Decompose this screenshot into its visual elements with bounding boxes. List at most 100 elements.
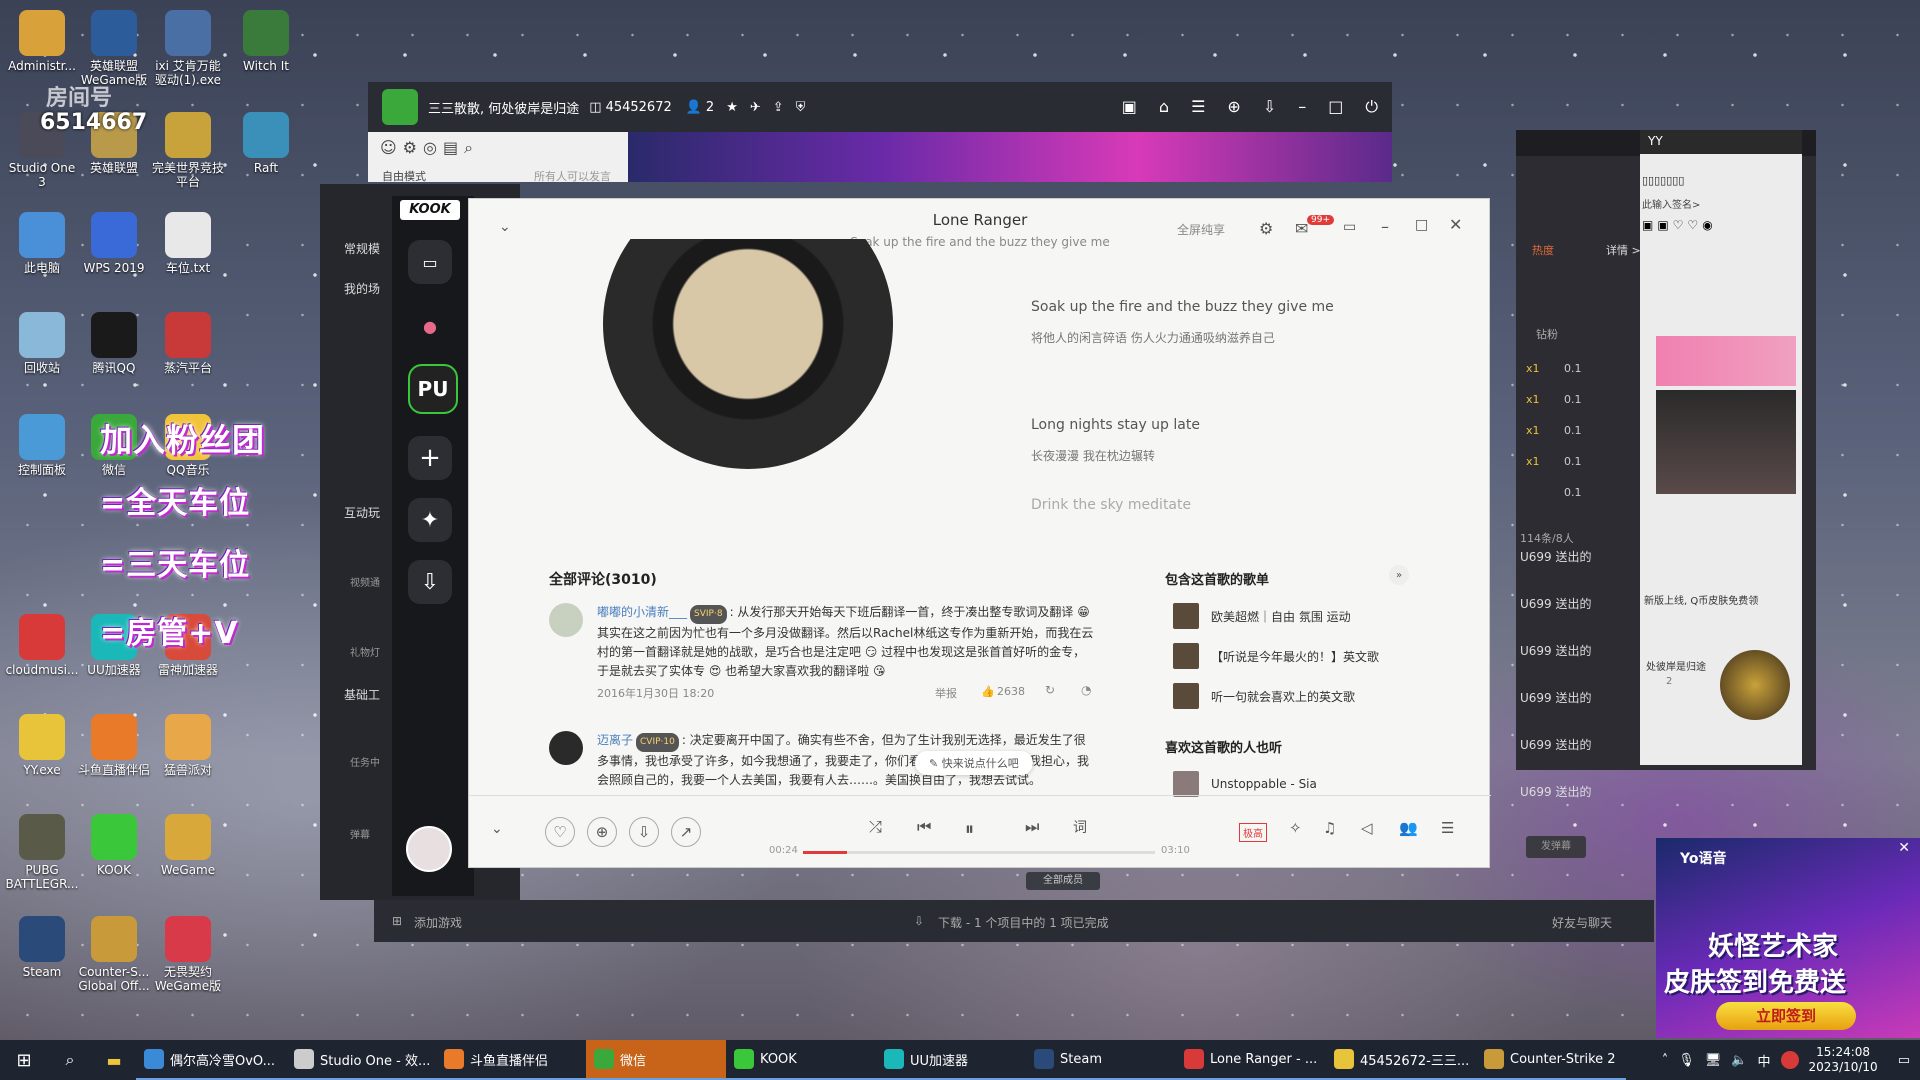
friends-chat-button[interactable]: 好友与聊天 xyxy=(1552,914,1612,931)
download-app-icon[interactable]: ⇩ xyxy=(408,560,452,604)
expand-icon[interactable]: » xyxy=(1389,565,1409,585)
playlist-item[interactable]: 【听说是今年最火的！】英文歌 xyxy=(1173,643,1379,669)
download-song-button[interactable]: ⇩ xyxy=(629,817,659,847)
maximize-icon[interactable]: □ xyxy=(1328,97,1343,117)
search-icon[interactable]: ⌕ xyxy=(48,1050,92,1070)
reply-icon[interactable]: ◔ xyxy=(1081,683,1091,697)
server-pu[interactable]: PU xyxy=(408,364,458,414)
also-like-item[interactable]: Unstoppable - Sia xyxy=(1173,771,1317,797)
kook-section-1[interactable]: 我的场 xyxy=(344,280,380,297)
desktop-icon[interactable]: ixi 艾肯万能 驱动(1).exe xyxy=(146,10,230,87)
room-item-title[interactable]: 处彼岸是归途 xyxy=(1646,658,1706,673)
desktop-icon[interactable]: WeGame xyxy=(146,814,230,877)
like-song-button[interactable]: ♡ xyxy=(545,817,575,847)
ad-close-icon[interactable]: ✕ xyxy=(1898,840,1910,856)
yy-signature[interactable]: 此输入签名> xyxy=(1642,196,1700,211)
playlist-icon[interactable]: ☰ xyxy=(1441,819,1454,837)
share-icon[interactable]: ⇪ xyxy=(773,100,784,115)
taskbar-app[interactable]: Counter-Strike 2 xyxy=(1476,1040,1626,1080)
lyrics-icon[interactable]: 词 xyxy=(1073,817,1087,837)
add-to-playlist-button[interactable]: ⊕ xyxy=(587,817,617,847)
start-icon[interactable]: ⊞ xyxy=(0,1050,48,1071)
desktop-icon[interactable]: 无畏契约 WeGame版 xyxy=(146,916,230,993)
desktop-icon[interactable]: 腾讯QQ xyxy=(72,312,156,375)
all-members-button[interactable]: 全部成员 xyxy=(1026,872,1100,890)
kook-section-2[interactable]: 互动玩 xyxy=(344,504,380,521)
volume-icon[interactable]: ◁ xyxy=(1361,819,1373,837)
server-mascot-icon[interactable]: ● xyxy=(408,304,452,348)
taskbar-app[interactable]: 斗鱼直播伴侣 xyxy=(436,1040,586,1080)
kook-sub-task[interactable]: 任务中 xyxy=(350,754,380,769)
karaoke-icon[interactable]: ♫ xyxy=(1323,819,1336,837)
taskbar-app[interactable]: 45452672-三三... xyxy=(1326,1040,1476,1080)
shuffle-icon[interactable]: ⤮ xyxy=(869,817,882,837)
settings-icon[interactable]: ⚙ xyxy=(1259,219,1273,238)
list-icon[interactable]: ☰ xyxy=(1191,97,1205,117)
taskbar-app[interactable]: Lone Ranger - ... xyxy=(1176,1040,1326,1080)
kook-sub-gift[interactable]: 礼物灯 xyxy=(350,644,380,659)
yo-ad[interactable]: Yo语音 ✕ 妖怪艺术家 皮肤签到免费送 立即签到 xyxy=(1656,838,1920,1038)
commenter-avatar-1[interactable] xyxy=(549,731,583,765)
minimize-icon[interactable]: – xyxy=(1298,97,1306,117)
desktop-icon[interactable]: 斗鱼直播伴侣 xyxy=(72,714,156,777)
next-icon[interactable]: ⏭ xyxy=(1025,817,1039,837)
collapse-bottom-icon[interactable]: ⌄ xyxy=(491,821,503,837)
taskbar-app[interactable]: Steam xyxy=(1026,1040,1176,1080)
gamepad-icon[interactable]: ⊕ xyxy=(1227,97,1240,117)
close-icon[interactable]: ✕ xyxy=(1449,215,1462,234)
mini-mode-icon[interactable]: ▭ xyxy=(1343,219,1356,235)
clock-time[interactable]: 15:24:08 xyxy=(1809,1045,1878,1060)
user-avatar[interactable] xyxy=(406,826,452,872)
taskbar-app[interactable]: Studio One - 效... xyxy=(286,1040,436,1080)
sogou-icon[interactable] xyxy=(1780,1051,1799,1069)
yy-room-id[interactable]: 45452672 xyxy=(606,100,672,115)
share-comment-icon[interactable]: ↻ xyxy=(1045,683,1055,697)
minimize-icon[interactable]: – xyxy=(1381,217,1389,236)
yy-status-icons[interactable]: ▣▣♡♡◉ xyxy=(1642,218,1717,232)
taskbar-app[interactable]: KOOK xyxy=(726,1040,876,1080)
pause-icon[interactable]: ⏸ xyxy=(965,819,974,840)
desktop-icon[interactable]: 完美世界竞技 平台 xyxy=(146,112,230,189)
file-explorer-icon[interactable]: ▬ xyxy=(92,1051,136,1070)
video-icon[interactable]: ▣ xyxy=(1122,97,1137,117)
desktop-icon[interactable]: Witch It xyxy=(224,10,308,73)
notification-icon[interactable]: ▭ xyxy=(1898,1053,1910,1068)
add-game-button[interactable]: 添加游戏 xyxy=(414,914,462,931)
taskbar-app[interactable]: UU加速器 xyxy=(876,1040,1026,1080)
desktop-icon[interactable]: KOOK xyxy=(72,814,156,877)
taskbar-app[interactable]: 偶尔高冷雪OvO... xyxy=(136,1040,286,1080)
discover-icon[interactable]: ✦ xyxy=(408,498,452,542)
progress-bar[interactable] xyxy=(803,851,1155,854)
chat-icon[interactable]: ▭ xyxy=(408,240,452,284)
desktop-icon[interactable]: Raft xyxy=(224,112,308,175)
comment-input[interactable]: ✎ 快来说点什么吧 xyxy=(915,751,1033,775)
kook-section-3[interactable]: 基础工 xyxy=(344,686,380,703)
playlist-item[interactable]: 听一句就会喜欢上的英文歌 xyxy=(1173,683,1355,709)
comment-user-0[interactable]: 嘟嘟的小清新___ xyxy=(597,605,687,619)
commenter-avatar-0[interactable] xyxy=(549,603,583,637)
like-icon[interactable]: 👍 xyxy=(981,685,995,698)
desktop-icon[interactable]: 英雄联盟 WeGame版 xyxy=(72,10,156,87)
yy-home-icon[interactable] xyxy=(382,89,418,125)
playlist-item[interactable]: 欧美超燃｜自由 氛围 运动 xyxy=(1173,603,1351,629)
plane-icon[interactable]: ✈ xyxy=(750,100,761,115)
listen-together-icon[interactable]: 👥 xyxy=(1399,819,1418,837)
yy-toolbar-icons[interactable]: ☺⚙◎▤⌕ xyxy=(380,138,479,158)
previous-icon[interactable]: ⏮ xyxy=(917,817,931,837)
kook-section-0[interactable]: 常规模 xyxy=(344,240,380,257)
desktop-icon[interactable]: 蒸汽平台 xyxy=(146,312,230,375)
comment-user-1[interactable]: 迈离子 xyxy=(597,733,633,747)
comment-likes-0[interactable]: 2638 xyxy=(997,685,1025,698)
desktop-icon[interactable]: Counter-S... Global Off... xyxy=(72,916,156,993)
ime-indicator[interactable]: 中 xyxy=(1758,1051,1771,1070)
comment-report-0[interactable]: 举报 xyxy=(935,685,957,701)
quality-badge[interactable]: 极高 xyxy=(1239,823,1267,842)
mic-icon[interactable]: 🎙 xyxy=(1678,1053,1695,1068)
taskbar-app[interactable]: 微信 xyxy=(586,1040,726,1080)
yy-notice[interactable]: 新版上线, Q币皮肤免费领 xyxy=(1644,592,1802,607)
effects-icon[interactable]: ✧ xyxy=(1289,819,1302,837)
shield-icon[interactable]: ⛨ xyxy=(796,100,806,115)
streamer-thumb-1[interactable] xyxy=(1656,336,1796,386)
star-icon[interactable]: ★ xyxy=(726,100,738,115)
home-icon[interactable]: ⌂ xyxy=(1159,97,1169,117)
